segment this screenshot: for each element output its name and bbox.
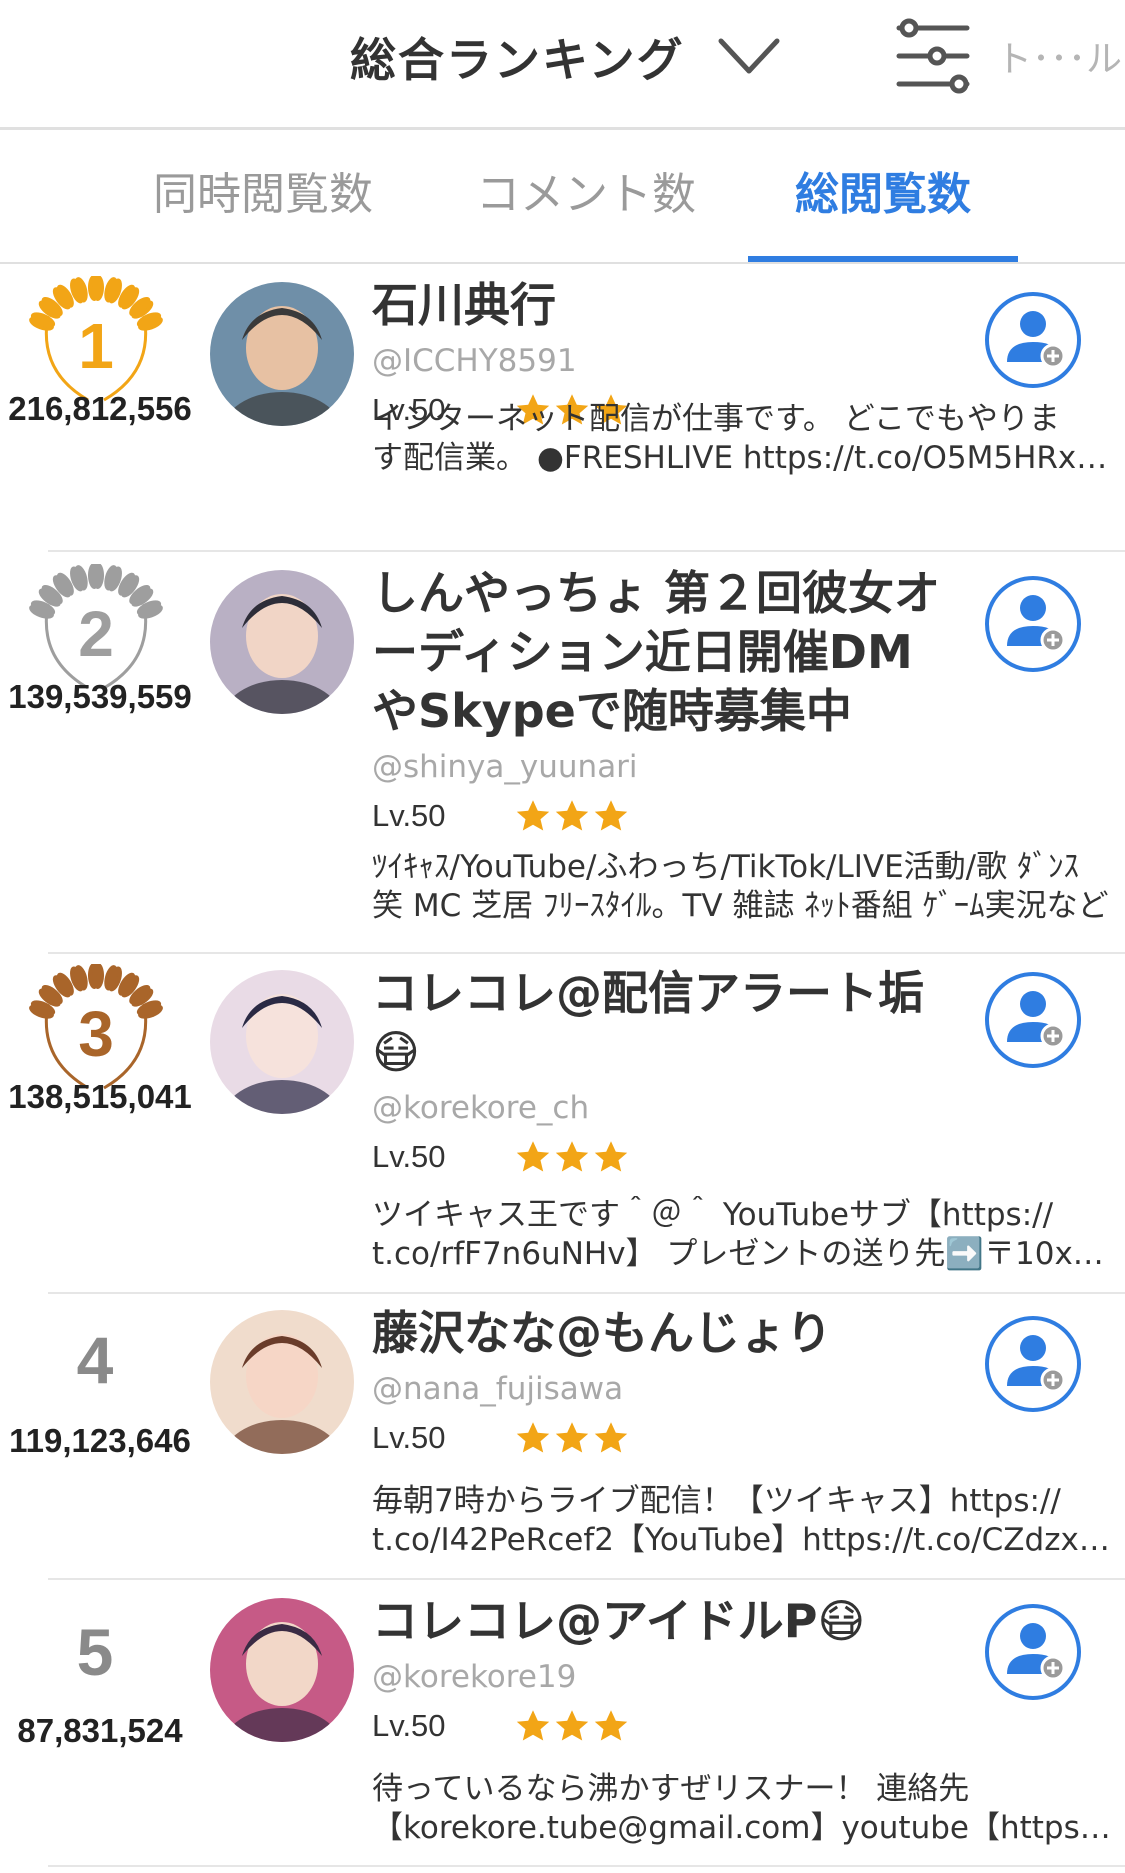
total-views-count: 139,539,559	[8, 678, 192, 715]
star-icon	[594, 1422, 628, 1453]
streamer-handle: @nana_fujisawa	[372, 1371, 624, 1407]
level-rating: Lv.50	[372, 1703, 982, 1749]
bio-line: ツイキャス王です＾＠＾ YouTubeサブ【https://	[372, 1197, 1054, 1233]
streamer-handle: @korekore19	[372, 1659, 577, 1695]
rank-number: 1	[78, 310, 114, 382]
level-rating: Lv.50	[372, 1134, 982, 1180]
ranking-row[interactable]: 4 119,123,646 藤沢なな@もんじょり @nana_fujisawa L…	[0, 1292, 1125, 1580]
rank-number: 2	[78, 598, 114, 670]
star-icon	[516, 1710, 550, 1741]
truncated-header-text[interactable]: ト･･･ル	[996, 30, 1122, 82]
streamer-info: コレコレ@配信アラート垢 😷 @korekore_ch Lv.50	[372, 964, 982, 1180]
star-icon	[594, 1710, 628, 1741]
streamer-name-line: 藤沢なな@もんじょり	[372, 1306, 832, 1360]
bio-line: t.co/rfF7n6uNHv】 プレゼントの送り先➡️〒10xxxx	[372, 1236, 1112, 1272]
streamer-name-line: コレコレ@配信アラート垢	[372, 966, 924, 1020]
streamer-info: しんやっちょ 第２回彼女オ ーディション近日開催DM やSkypeで随時募集中 @s…	[372, 564, 982, 839]
streamer-info: コレコレ@アイドルP😷 @korekore19 Lv.50	[372, 1592, 982, 1749]
streamer-name-line: 😷	[372, 1025, 420, 1079]
streamer-bio: 待っているなら沸かすぜリスナー！ 連絡先 【korekore.tube@gmail…	[372, 1770, 1112, 1848]
total-views-count: 138,515,041	[8, 1078, 192, 1115]
ranking-row[interactable]: 3 138,515,041 コレコレ@配信アラート垢 😷 @korekore_ch…	[0, 952, 1125, 1294]
avatar[interactable]	[210, 1598, 354, 1742]
streamer-name-line: やSkypeで随時募集中	[372, 684, 852, 738]
level-label: Lv.50	[372, 1708, 446, 1743]
chevron-down-icon	[718, 38, 780, 74]
avatar[interactable]	[210, 1310, 354, 1454]
follow-user-button[interactable]	[983, 574, 1083, 674]
star-icon	[516, 800, 550, 831]
level-label: Lv.50	[372, 798, 446, 833]
bio-line: す配信業。 ●FRESHLIVE https://t.co/O5M5HRxxx	[372, 440, 1112, 476]
streamer-handle: @korekore_ch	[372, 1090, 590, 1126]
streamer-bio: 毎朝7時からライブ配信！【ツイキャス】https://t.co/I42PeRce…	[372, 1482, 1112, 1560]
streamer-name[interactable]: 藤沢なな@もんじょり	[372, 1304, 982, 1363]
rank-number: 4	[76, 1323, 114, 1397]
follow-user-button[interactable]	[983, 970, 1083, 1070]
star-icon	[555, 800, 589, 831]
sliders-icon[interactable]	[893, 16, 973, 96]
rank-number: 3	[78, 998, 114, 1070]
star-icon	[555, 1710, 589, 1741]
star-icon	[555, 1422, 589, 1453]
ranking-tabs: 同時閲覧数 コメント数 総閲覧数	[0, 130, 1125, 262]
star-icon	[516, 1141, 550, 1172]
streamer-name-line: しんやっちょ 第２回彼女オ	[372, 566, 941, 620]
star-icon	[594, 800, 628, 831]
streamer-handle: @shinya_yuunari	[372, 749, 638, 785]
bio-line: 毎朝7時からライブ配信！【ツイキャス】https://	[372, 1483, 1061, 1519]
bio-line: ﾂｲｷｬｽ/YouTube/ふわっち/TikTok/LIVE活動/歌 ﾀﾞﾝｽ	[372, 849, 1079, 885]
ranking-row[interactable]: 5 87,831,524 コレコレ@アイドルP😷 @korekore19 Lv.5…	[0, 1580, 1125, 1873]
bio-line: 待っているなら沸かすぜリスナー！ 連絡先	[372, 1771, 970, 1807]
star-icon	[555, 1141, 589, 1172]
avatar[interactable]	[210, 570, 354, 714]
streamer-name[interactable]: コレコレ@アイドルP😷	[372, 1592, 982, 1651]
bio-line: t.co/I42PeRcef2【YouTube】https://t.co/CZd…	[372, 1522, 1112, 1558]
page-title: 総合ランキング	[350, 33, 685, 87]
total-views-count: 119,123,646	[9, 1422, 191, 1459]
total-views-count: 216,812,556	[8, 390, 192, 427]
ranking-type-dropdown[interactable]: 総合ランキング	[350, 22, 781, 92]
star-icon	[594, 1141, 628, 1172]
tab-comments[interactable]: コメント数	[476, 158, 696, 222]
streamer-name-line: 石川典行	[372, 278, 556, 332]
ranking-row[interactable]: 1 216,812,556 石川典行 @ICCHY8591 Lv.50 インター…	[0, 264, 1125, 552]
level-rating: Lv.50	[372, 793, 982, 839]
streamer-handle: @ICCHY8591	[372, 343, 577, 379]
follow-user-button[interactable]	[983, 1602, 1083, 1702]
bio-line: インターネット配信が仕事です。 どこでもやりま	[372, 401, 1060, 437]
ranking-row[interactable]: 2 139,539,559 しんやっちょ 第２回彼女オ ーディション近日開催DM や…	[0, 552, 1125, 954]
level-label: Lv.50	[372, 1139, 446, 1174]
row-divider	[48, 1865, 1125, 1867]
rank-number: 5	[76, 1615, 114, 1689]
follow-user-button[interactable]	[983, 290, 1083, 390]
tab-concurrent-viewers[interactable]: 同時閲覧数	[153, 158, 373, 222]
avatar[interactable]	[210, 970, 354, 1114]
streamer-name-line: ーディション近日開催DM	[372, 625, 913, 679]
follow-user-button[interactable]	[983, 1314, 1083, 1414]
app-header: 総合ランキング ト･･･ル	[0, 0, 1125, 128]
star-icon	[516, 1422, 550, 1453]
streamer-name-line: コレコレ@アイドルP😷	[372, 1594, 866, 1648]
total-views-count: 87,831,524	[17, 1712, 183, 1749]
level-label: Lv.50	[372, 1420, 446, 1455]
streamer-bio: ﾂｲｷｬｽ/YouTube/ふわっち/TikTok/LIVE活動/歌 ﾀﾞﾝｽ笑…	[372, 848, 1112, 926]
tab-total-views[interactable]: 総閲覧数	[795, 158, 971, 222]
streamer-name[interactable]: コレコレ@配信アラート垢 😷	[372, 964, 982, 1082]
streamer-bio: インターネット配信が仕事です。 どこでもやりま す配信業。 ●FRESHLIVE …	[372, 400, 1112, 478]
streamer-bio: ツイキャス王です＾＠＾ YouTubeサブ【https://t.co/rfF7n…	[372, 1196, 1112, 1274]
bio-line: 笑 MC 芝居 ﾌﾘｰｽﾀｲﾙ。TV 雑誌 ﾈｯﾄ番組 ｹﾞｰﾑ実況など	[372, 888, 1109, 924]
streamer-info: 藤沢なな@もんじょり @nana_fujisawa Lv.50	[372, 1304, 982, 1461]
level-rating: Lv.50	[372, 1415, 982, 1461]
streamer-name[interactable]: しんやっちょ 第２回彼女オ ーディション近日開催DM やSkypeで随時募集中	[372, 564, 982, 741]
avatar[interactable]	[210, 282, 354, 426]
bio-line: 【korekore.tube@gmail.com】youtube【https:/…	[372, 1810, 1112, 1846]
streamer-name[interactable]: 石川典行	[372, 276, 982, 335]
